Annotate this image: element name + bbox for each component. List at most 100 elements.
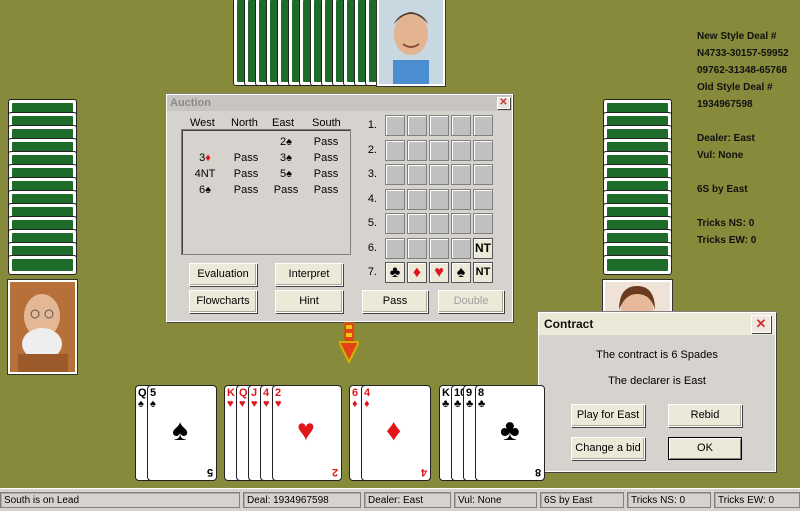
status-lead: South is on Lead (0, 492, 240, 508)
bid-cell[interactable] (451, 237, 471, 259)
bid-cell[interactable] (429, 115, 449, 136)
auction-bid: 2♠ (280, 136, 292, 148)
declarer-line: The declarer is East (608, 375, 706, 387)
bid-cell-6nt[interactable]: NT (473, 237, 493, 259)
bid-cell[interactable] (407, 237, 427, 259)
auction-close-button[interactable]: ✕ (497, 97, 510, 109)
bid-cell[interactable] (429, 164, 449, 185)
west-player-avatar (8, 280, 77, 374)
hand-card-spades[interactable]: 5 ♠ ♠ 5 (147, 385, 217, 481)
auction-bid: Pass (313, 184, 339, 196)
play-for-east-button[interactable]: Play for East (571, 404, 645, 427)
bid-cell[interactable] (451, 115, 471, 136)
auction-bid: Pass (233, 168, 259, 180)
hand-card-diamonds[interactable]: 4 ♦ ♦ 4 (361, 385, 431, 481)
bid-level-label: 3. (367, 168, 377, 180)
new-style-label: New Style Deal # (697, 31, 777, 42)
old-style-label: Old Style Deal # (697, 82, 773, 93)
status-tricks-ew: Tricks EW: 0 (714, 492, 800, 508)
bid-cell[interactable] (385, 115, 405, 136)
flowcharts-button[interactable]: Flowcharts (189, 290, 257, 313)
rebid-button[interactable]: Rebid (668, 404, 742, 427)
bid-cell[interactable] (451, 139, 471, 161)
bid-cell[interactable] (429, 213, 449, 234)
auction-window: Auction ✕ West North East South 2♠ Pass 3♦… (166, 94, 513, 322)
hand-card-clubs[interactable]: 8 ♣ ♣ 8 (475, 385, 545, 481)
auction-bid: Pass (233, 152, 259, 164)
ok-button[interactable]: OK (668, 437, 742, 460)
auction-bid: 4NT (194, 168, 216, 180)
bid-cell-7-4[interactable]: NT (473, 262, 493, 283)
hand-card-hearts[interactable]: 2 ♥ ♥ 2 (272, 385, 342, 481)
auction-bid: 3♦ (199, 152, 211, 164)
new-style-value-1: N4733-30157-59952 (697, 48, 789, 59)
card-back (8, 255, 77, 275)
hint-button[interactable]: Hint (275, 290, 343, 313)
header-west: West (190, 117, 215, 129)
change-bid-button[interactable]: Change a bid (571, 437, 645, 460)
bid-level-label: 1. (367, 119, 377, 131)
bid-cell[interactable] (407, 164, 427, 185)
bid-cell[interactable] (451, 164, 471, 185)
old-style-value: 1934967598 (697, 99, 753, 110)
bid-cell[interactable] (429, 188, 449, 210)
auction-bid: Pass (313, 168, 339, 180)
header-north: North (231, 117, 258, 129)
evaluation-button[interactable]: Evaluation (189, 263, 257, 286)
bid-level-label: 7. (367, 266, 377, 278)
auction-bid: 3♠ (280, 152, 292, 164)
bid-cell[interactable] (407, 139, 427, 161)
auction-bid: Pass (313, 136, 339, 148)
status-tricks-ns: Tricks NS: 0 (627, 492, 711, 508)
bid-cell[interactable] (473, 164, 493, 185)
bid-cell[interactable] (407, 115, 427, 136)
tricks-ew-info: Tricks EW: 0 (697, 235, 757, 246)
auction-bid: Pass (273, 184, 299, 196)
bid-level-label: 6. (367, 241, 377, 254)
bid-cell-7-0[interactable]: ♣ (385, 262, 405, 283)
bid-cell[interactable] (473, 188, 493, 210)
pass-button[interactable]: Pass (362, 290, 428, 313)
contract-close-button[interactable]: ✕ (751, 315, 771, 333)
card-back (603, 255, 672, 275)
contract-line: The contract is 6 Spades (596, 349, 718, 361)
bid-cell-7-3[interactable]: ♠ (451, 262, 471, 283)
bid-cell[interactable] (407, 213, 427, 234)
status-bar: South is on Lead Deal: 1934967598 Dealer… (0, 488, 800, 511)
status-deal: Deal: 1934967598 (243, 492, 361, 508)
bid-cell[interactable] (473, 213, 493, 234)
double-button[interactable]: Double (438, 290, 504, 313)
dealer-info: Dealer: East (697, 133, 755, 144)
tricks-ns-info: Tricks NS: 0 (697, 218, 755, 229)
bid-level-label: 4. (367, 192, 377, 205)
bid-cell[interactable] (429, 139, 449, 161)
status-contract: 6S by East (540, 492, 624, 508)
auction-bid: Pass (233, 184, 259, 196)
bid-level-label: 5. (367, 217, 377, 229)
interpret-button[interactable]: Interpret (275, 263, 343, 286)
bid-cell[interactable] (473, 139, 493, 161)
vul-info: Vul: None (697, 150, 744, 161)
bid-cell-7-1[interactable]: ♦ (407, 262, 427, 283)
deal-info-panel: New Style Deal # N4733-30157-59952 09762… (697, 28, 789, 249)
bid-cell[interactable] (385, 213, 405, 234)
auction-bid: 5♠ (280, 168, 292, 180)
status-vul: Vul: None (454, 492, 537, 508)
bid-cell[interactable] (385, 237, 405, 259)
bid-cell[interactable] (451, 188, 471, 210)
bid-cell[interactable] (451, 213, 471, 234)
bid-cell[interactable] (429, 237, 449, 259)
bid-cell-7-2[interactable]: ♥ (429, 262, 449, 283)
bid-cell[interactable] (407, 188, 427, 210)
auction-bid: Pass (313, 152, 339, 164)
bid-cell[interactable] (385, 139, 405, 161)
auction-bid: 6♠ (199, 184, 211, 196)
auction-title: Auction (167, 95, 512, 111)
contract-dialog: Contract ✕ The contract is 6 Spades The … (538, 312, 776, 472)
north-player-avatar (377, 0, 445, 86)
bid-cell[interactable] (473, 115, 493, 136)
bid-level-label: 2. (367, 143, 377, 156)
bid-cell[interactable] (385, 164, 405, 185)
bid-cell[interactable] (385, 188, 405, 210)
header-east: East (272, 117, 295, 129)
